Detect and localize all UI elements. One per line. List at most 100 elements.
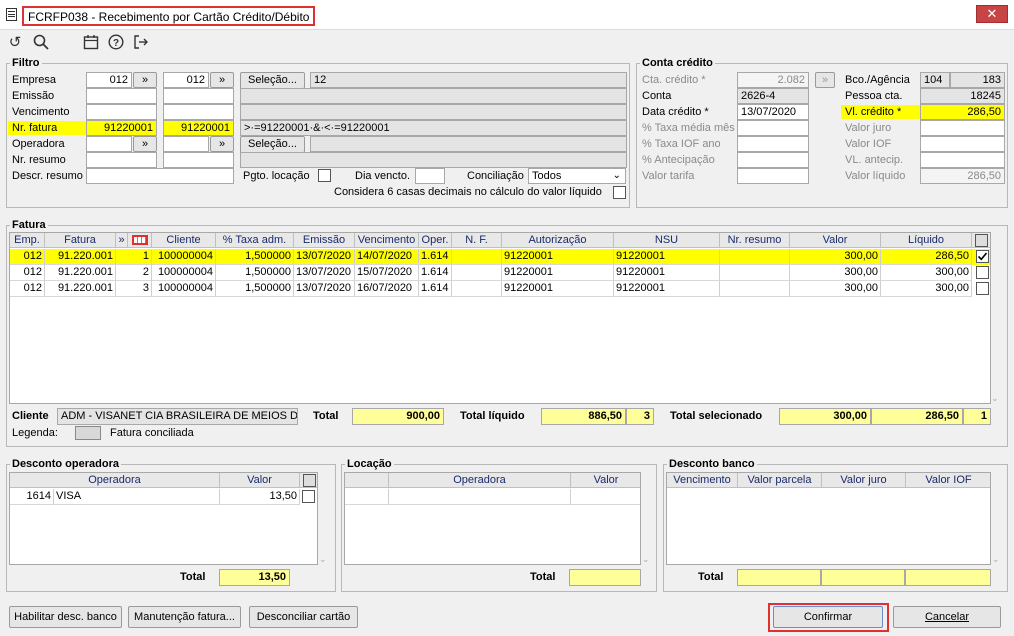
col-desc-op-select[interactable] xyxy=(300,473,317,488)
col-nf[interactable]: N. F. xyxy=(452,233,502,248)
data-credito-input[interactable]: 13/07/2020 xyxy=(737,104,809,120)
vl-credito-input[interactable]: 286,50 xyxy=(920,104,1005,120)
operadora-label: Operadora xyxy=(12,138,65,150)
row-checkbox[interactable] xyxy=(976,266,989,279)
pessoa-cta-value: 18245 xyxy=(920,88,1005,104)
row-checkbox[interactable] xyxy=(976,282,989,295)
empresa-selecao-value: 12 xyxy=(310,72,627,88)
operadora-to-lookup-button[interactable]: » xyxy=(210,136,234,152)
table-row[interactable]: 1614 VISA 13,50 xyxy=(10,489,317,505)
col-desc-op-operadora[interactable]: Operadora xyxy=(10,473,220,488)
close-button[interactable]: ✕ xyxy=(976,5,1008,23)
legenda-label: Legenda: xyxy=(12,427,58,439)
vl-antecip-input[interactable] xyxy=(920,152,1005,168)
valor-juro-input[interactable] xyxy=(920,120,1005,136)
col-loc-valor[interactable]: Valor xyxy=(571,473,640,488)
confirmar-button[interactable]: Confirmar xyxy=(773,606,883,628)
emissao-from-input[interactable] xyxy=(86,88,157,104)
col-valor[interactable]: Valor xyxy=(790,233,881,248)
col-taxa-adm[interactable]: % Taxa adm. xyxy=(216,233,294,248)
operadora-from-input[interactable] xyxy=(86,136,132,152)
filtro-title: Filtro xyxy=(10,57,42,69)
col-liquido[interactable]: Líquido xyxy=(881,233,972,248)
nr-fatura-to-input[interactable]: 91220001 xyxy=(163,120,234,136)
col-banco-valor-iof[interactable]: Valor IOF xyxy=(906,473,990,488)
vencimento-to-input[interactable] xyxy=(163,104,234,120)
col-fatura[interactable]: Fatura xyxy=(45,233,116,248)
col-loc-codigo[interactable] xyxy=(345,473,389,488)
cta-credito-input[interactable]: 2.082 xyxy=(737,72,809,88)
locacao-total-label: Total xyxy=(530,571,556,583)
manutencao-fatura-button[interactable]: Manutenção fatura... xyxy=(128,606,241,628)
cta-credito-lookup-button[interactable]: » xyxy=(815,72,835,88)
taxa-iof-input[interactable] xyxy=(737,136,809,152)
conciliacao-select[interactable]: Todos ⌄ xyxy=(528,168,626,184)
empresa-to-lookup-button[interactable]: » xyxy=(210,72,234,88)
desc-banco-scrollbar[interactable]: ⌄ xyxy=(992,472,1001,565)
col-banco-vencimento[interactable]: Vencimento xyxy=(667,473,738,488)
table-row[interactable]: 012 91.220.001 2 100000004 1,500000 13/07/202… xyxy=(10,265,990,281)
col-select-all[interactable] xyxy=(972,233,990,248)
antecipacao-input[interactable] xyxy=(737,152,809,168)
search-icon[interactable] xyxy=(32,34,50,52)
col-cliente[interactable]: Cliente xyxy=(152,233,216,248)
total-value: 900,00 xyxy=(352,408,444,425)
exit-icon[interactable] xyxy=(132,34,150,52)
col-emissao[interactable]: Emissão xyxy=(294,233,355,248)
cancelar-button[interactable]: Cancelar xyxy=(893,606,1001,628)
col-nsu[interactable]: NSU xyxy=(614,233,720,248)
considera-checkbox[interactable] xyxy=(613,186,626,199)
emissao-to-input[interactable] xyxy=(163,88,234,104)
help-icon[interactable]: ? xyxy=(107,34,125,52)
descr-resumo-input[interactable] xyxy=(86,168,234,184)
cell-emissao: 13/07/2020 xyxy=(294,265,355,281)
col-vencimento[interactable]: Vencimento xyxy=(355,233,419,248)
empresa-from-lookup-button[interactable]: » xyxy=(133,72,157,88)
operadora-to-input[interactable] xyxy=(163,136,209,152)
empresa-selecao-button[interactable]: Seleção... xyxy=(240,72,305,89)
empresa-to-input[interactable]: 012 xyxy=(163,72,209,88)
col-autorizacao[interactable]: Autorização xyxy=(502,233,614,248)
locacao-scrollbar[interactable]: ⌄ xyxy=(642,472,651,565)
col-loc-operadora[interactable]: Operadora xyxy=(389,473,571,488)
pessoa-cta-label: Pessoa cta. xyxy=(845,90,903,102)
vl-antecip-label: VL. antecip. xyxy=(845,154,904,166)
nr-resumo-from-input[interactable] xyxy=(86,152,157,168)
table-row[interactable]: 012 91.220.001 3 100000004 1,500000 13/07/202… xyxy=(10,281,990,297)
col-nr-resumo[interactable]: Nr. resumo xyxy=(720,233,790,248)
cell-autorizacao: 91220001 xyxy=(502,281,614,297)
total-liquido-value: 886,50 xyxy=(541,408,626,425)
col-banco-valor-parcela[interactable]: Valor parcela xyxy=(738,473,822,488)
descr-resumo-label: Descr. resumo xyxy=(12,170,83,182)
col-parcela-grid-icon[interactable] xyxy=(128,233,152,248)
habilitar-desc-banco-button[interactable]: Habilitar desc. banco xyxy=(9,606,122,628)
nr-resumo-to-input[interactable] xyxy=(163,152,234,168)
col-desc-op-valor[interactable]: Valor xyxy=(220,473,300,488)
nr-fatura-from-input[interactable]: 91220001 xyxy=(86,120,157,136)
col-banco-valor-juro[interactable]: Valor juro xyxy=(822,473,906,488)
col-oper[interactable]: Oper. xyxy=(419,233,452,248)
desconciliar-cartao-button[interactable]: Desconciliar cartão xyxy=(249,606,358,628)
table-row[interactable] xyxy=(345,489,640,505)
desc-op-scrollbar[interactable]: ⌄ xyxy=(319,472,328,565)
emissao-label: Emissão xyxy=(12,90,55,102)
fatura-scrollbar[interactable]: ⌄ xyxy=(991,232,1000,404)
pgto-locacao-checkbox[interactable] xyxy=(318,169,331,182)
desc-op-checkbox[interactable] xyxy=(302,490,315,503)
valor-tarifa-input[interactable] xyxy=(737,168,809,184)
col-arrow[interactable]: » xyxy=(116,233,128,248)
calendar-icon[interactable] xyxy=(82,34,100,52)
operadora-from-lookup-button[interactable]: » xyxy=(133,136,157,152)
cell-taxa: 1,500000 xyxy=(216,249,294,265)
vencimento-from-input[interactable] xyxy=(86,104,157,120)
col-emp[interactable]: Emp. xyxy=(10,233,45,248)
operadora-selecao-button[interactable]: Seleção... xyxy=(240,136,305,153)
empresa-from-input[interactable]: 012 xyxy=(86,72,132,88)
empresa-label: Empresa xyxy=(12,74,57,86)
dia-vencto-input[interactable] xyxy=(415,168,445,184)
taxa-media-input[interactable] xyxy=(737,120,809,136)
undo-icon[interactable]: ↺ xyxy=(6,34,24,52)
row-checkbox[interactable] xyxy=(976,250,989,263)
valor-iof-input[interactable] xyxy=(920,136,1005,152)
table-row[interactable]: 012 91.220.001 1 100000004 1,500000 13/07/202… xyxy=(10,249,990,265)
